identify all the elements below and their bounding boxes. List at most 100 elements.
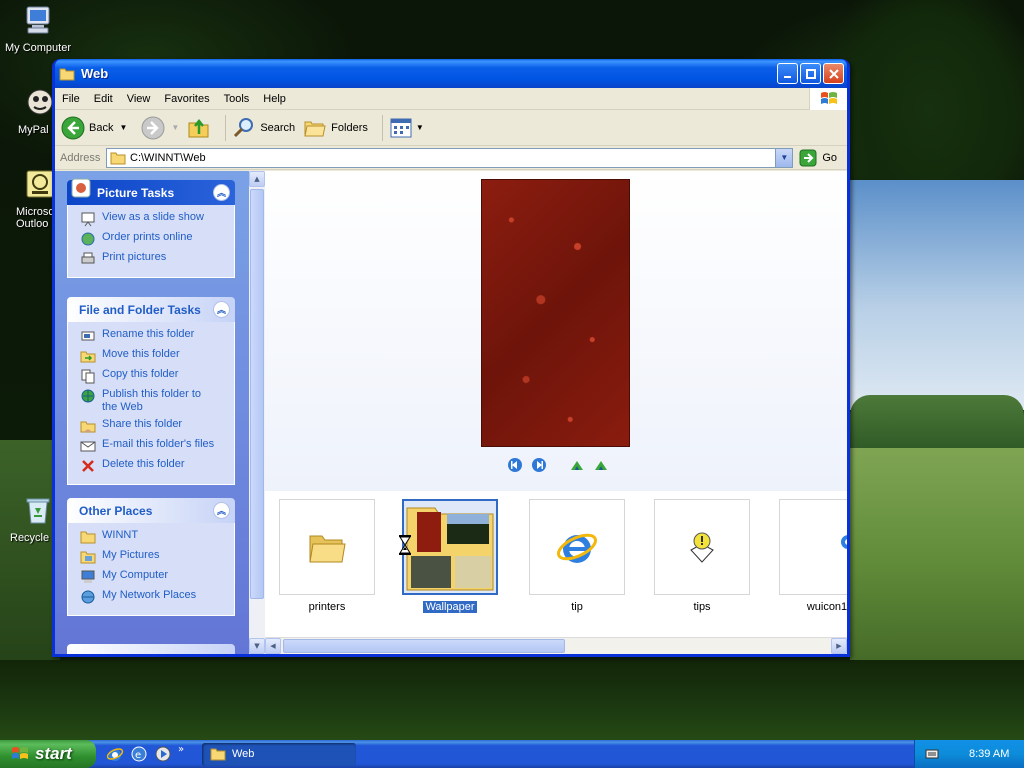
picture-tasks-body: View as a slide show Order prints online… xyxy=(67,205,235,278)
task-print-pictures[interactable]: Print pictures xyxy=(80,251,234,271)
scroll-left-icon[interactable]: ◀ xyxy=(265,638,281,654)
up-folder-button[interactable] xyxy=(187,116,211,140)
quick-launch-expand-icon[interactable]: » xyxy=(178,744,184,755)
task-email-files[interactable]: E-mail this folder's files xyxy=(80,438,234,458)
scroll-thumb[interactable] xyxy=(283,639,565,653)
clock[interactable]: 8:39 AM xyxy=(969,748,1009,760)
file-item-tips[interactable]: tips xyxy=(654,499,750,613)
back-button[interactable]: Back ▼ xyxy=(61,116,127,140)
desktop-icon-label: My Computer xyxy=(4,42,72,54)
file-name: tips xyxy=(693,601,711,613)
task-label: Delete this folder xyxy=(102,458,185,470)
task-view-slide-show[interactable]: View as a slide show xyxy=(80,211,234,231)
task-publish-folder[interactable]: Publish this folder to the Web xyxy=(80,388,234,418)
minimize-icon xyxy=(783,75,791,78)
collapse-chevron-icon[interactable]: ︽ xyxy=(213,184,230,201)
place-my-computer[interactable]: My Computer xyxy=(80,569,234,589)
place-my-network-places[interactable]: My Network Places xyxy=(80,589,234,609)
go-button[interactable]: Go xyxy=(799,149,837,167)
menu-view[interactable]: View xyxy=(120,93,158,105)
file-name: tip xyxy=(571,601,583,613)
task-rename-folder[interactable]: Rename this folder xyxy=(80,328,234,348)
back-arrow-icon xyxy=(61,116,85,139)
file-item-printers[interactable]: printers xyxy=(279,499,375,613)
picture-tasks-header[interactable]: Picture Tasks ︽ xyxy=(67,178,235,205)
scroll-up-icon[interactable]: ▲ xyxy=(249,171,265,187)
vertical-scrollbar[interactable]: ▲ ▼ xyxy=(249,171,265,654)
task-pane: Picture Tasks ︽ View as a slide show Ord… xyxy=(55,171,265,654)
address-input[interactable]: C:\WINNT\Web ▼ xyxy=(106,147,794,168)
task-copy-folder[interactable]: Copy this folder xyxy=(80,368,234,388)
rotate-counterclockwise-icon[interactable] xyxy=(593,457,609,473)
folder-icon xyxy=(80,531,96,544)
move-folder-icon xyxy=(80,351,96,363)
task-label: View as a slide show xyxy=(102,211,204,223)
file-folder-tasks-title: File and Folder Tasks xyxy=(79,302,201,317)
next-image-icon[interactable] xyxy=(531,457,547,473)
forward-dropdown-icon[interactable]: ▼ xyxy=(171,123,179,132)
collapse-chevron-icon[interactable]: ︽ xyxy=(213,301,230,318)
task-label: Publish this folder to the Web xyxy=(102,388,202,413)
lawn xyxy=(0,660,1024,740)
tree-line xyxy=(850,395,1024,450)
menu-favorites[interactable]: Favorites xyxy=(157,93,216,105)
menu-tools[interactable]: Tools xyxy=(217,93,257,105)
task-label: Copy this folder xyxy=(102,368,179,380)
other-places-title: Other Places xyxy=(79,503,153,518)
scroll-thumb[interactable] xyxy=(250,189,264,599)
internet-explorer-icon xyxy=(556,533,598,563)
back-dropdown-icon[interactable]: ▼ xyxy=(119,123,127,132)
toolbar-separator xyxy=(381,114,383,141)
media-player-icon[interactable] xyxy=(154,745,172,763)
task-label: Rename this folder xyxy=(102,328,195,340)
file-item-wuicon1[interactable]: wuicon1 xyxy=(779,499,847,613)
forward-button[interactable]: ▼ xyxy=(141,116,179,140)
horizontal-scrollbar[interactable]: ◀ ▶ xyxy=(265,637,847,654)
task-label: Share this folder xyxy=(102,418,183,430)
sky xyxy=(850,180,1024,410)
menu-help[interactable]: Help xyxy=(256,93,293,105)
views-dropdown-icon: ▼ xyxy=(415,123,424,132)
file-item-tip[interactable]: tip xyxy=(529,499,625,613)
internet-explorer-icon[interactable] xyxy=(106,745,124,763)
task-share-folder[interactable]: Share this folder xyxy=(80,418,234,438)
taskbar-button-label: Web xyxy=(232,748,255,760)
file-folder-tasks-header[interactable]: File and Folder Tasks ︽ xyxy=(67,297,235,322)
forward-arrow-icon xyxy=(141,116,165,139)
views-button[interactable]: ▼ xyxy=(389,117,424,139)
search-icon xyxy=(234,117,254,137)
close-button[interactable] xyxy=(823,63,844,84)
minimize-button[interactable] xyxy=(777,63,798,84)
my-computer-icon xyxy=(26,6,50,34)
menu-file[interactable]: File xyxy=(55,93,87,105)
place-my-pictures[interactable]: My Pictures xyxy=(80,549,234,569)
task-label: Move this folder xyxy=(102,348,180,360)
desktop-icon-my-computer[interactable]: My Computer xyxy=(0,4,76,54)
quick-launch: e » xyxy=(106,744,196,763)
copy-icon xyxy=(81,369,95,384)
file-item-wallpaper[interactable]: Wallpaper xyxy=(402,499,498,613)
address-dropdown-button[interactable]: ▼ xyxy=(775,148,793,167)
collapse-chevron-icon[interactable]: ︽ xyxy=(213,502,230,519)
picture-tasks-panel: Picture Tasks ︽ View as a slide show Ord… xyxy=(67,178,235,278)
taskbar-button-web[interactable]: Web xyxy=(202,742,356,766)
scroll-down-icon[interactable]: ▼ xyxy=(249,638,265,654)
task-move-folder[interactable]: Move this folder xyxy=(80,348,234,368)
task-order-prints[interactable]: Order prints online xyxy=(80,231,234,251)
other-places-header[interactable]: Other Places ︽ xyxy=(67,498,235,523)
outlook-express-icon[interactable]: e xyxy=(130,745,148,763)
maximize-button[interactable] xyxy=(800,63,821,84)
folders-button[interactable]: Folders xyxy=(303,116,368,140)
previous-image-icon[interactable] xyxy=(507,457,523,473)
start-button[interactable]: start xyxy=(0,740,96,768)
details-header[interactable] xyxy=(67,644,235,654)
title-bar[interactable]: Web xyxy=(55,59,847,88)
place-winnt[interactable]: WINNT xyxy=(80,529,234,549)
scroll-right-icon[interactable]: ▶ xyxy=(831,638,847,654)
menu-edit[interactable]: Edit xyxy=(87,93,120,105)
rotate-clockwise-icon[interactable] xyxy=(569,457,585,473)
keyboard-icon[interactable] xyxy=(925,748,939,760)
search-button[interactable]: Search xyxy=(232,116,295,140)
task-delete-folder[interactable]: Delete this folder xyxy=(80,458,234,478)
folders-label: Folders xyxy=(331,121,368,134)
